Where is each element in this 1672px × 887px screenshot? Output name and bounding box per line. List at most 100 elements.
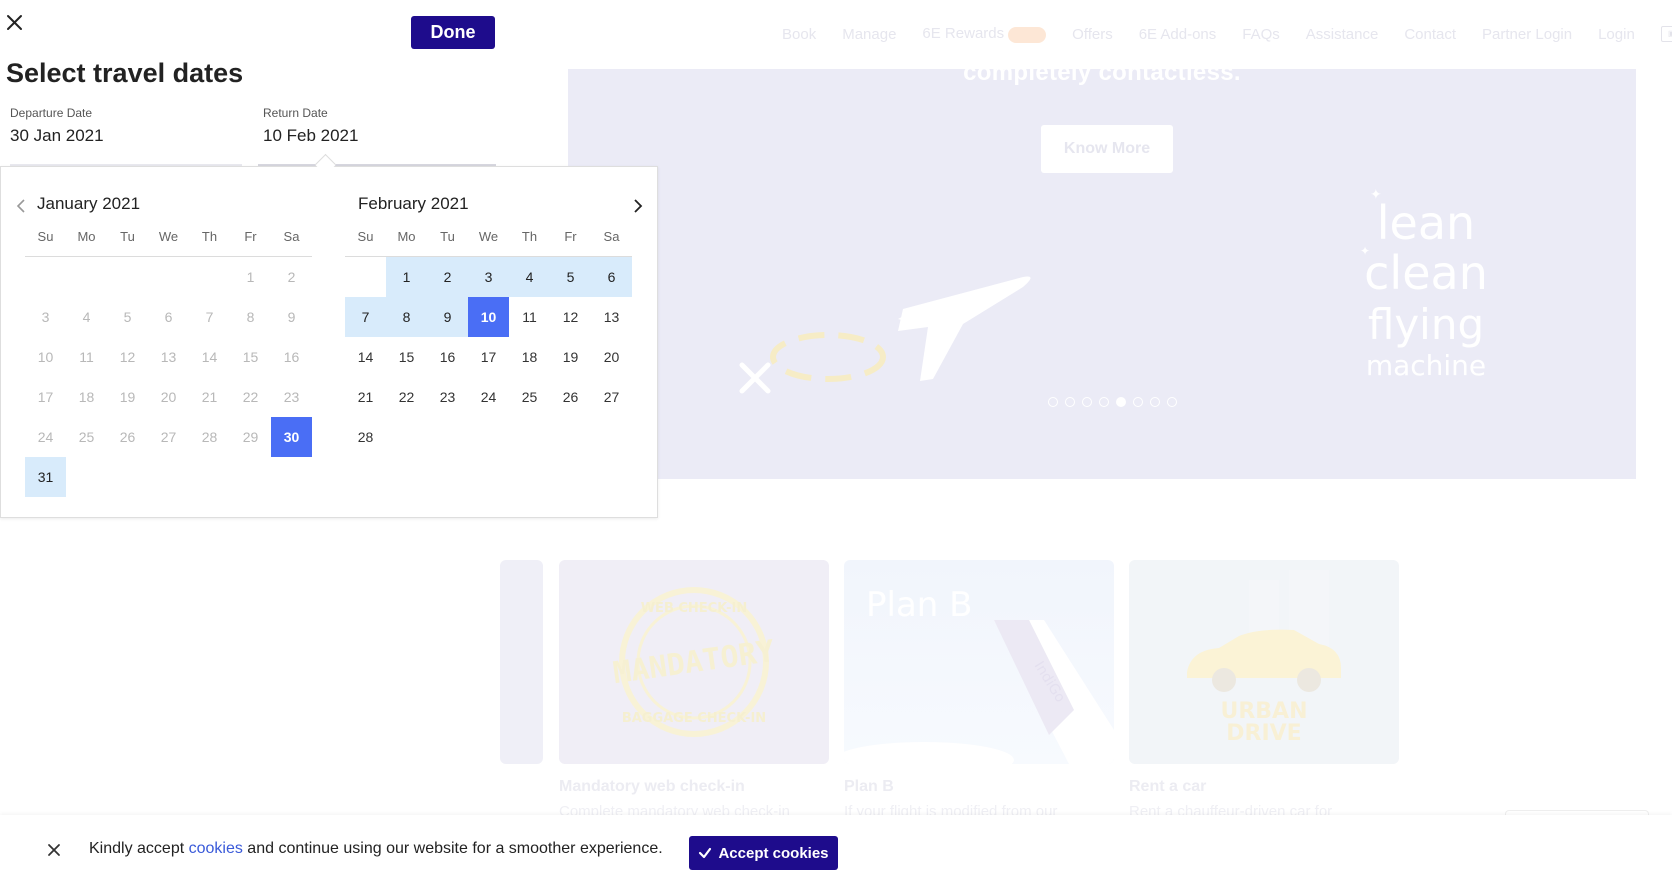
- day-cell[interactable]: 14: [345, 337, 386, 377]
- day-cell: 21: [201, 389, 218, 405]
- nav-faqs[interactable]: FAQs: [1242, 26, 1280, 43]
- card-rent-car[interactable]: URBAN DRIVE: [1129, 560, 1399, 764]
- day-cell[interactable]: 22: [386, 377, 427, 417]
- weekday-header: Su Mo Tu We Th Fr Sa: [345, 229, 632, 247]
- day-cell[interactable]: 11: [509, 297, 550, 337]
- nav-offers[interactable]: Offers: [1072, 26, 1113, 43]
- days-grid: 1 2 3 4 5 6 7 8 9 10 11 12 13 14 15 16 17 18 19 20 21 22 23 24 2…: [25, 257, 312, 497]
- hero-illustration: lean clean flying machine ✦ ✦: [739, 186, 1488, 394]
- carousel-dot[interactable]: [1167, 397, 1177, 407]
- card-title: Rent a car: [1129, 778, 1207, 795]
- accept-cookies-label: Accept cookies: [718, 844, 829, 862]
- day-cell: 26: [119, 429, 136, 445]
- carousel-dot[interactable]: [1133, 397, 1143, 407]
- nav-book[interactable]: Book: [782, 26, 816, 43]
- nav-manage[interactable]: Manage: [842, 26, 896, 43]
- day-cell[interactable]: 2: [427, 257, 468, 297]
- close-icon[interactable]: [4, 12, 24, 32]
- sparkle-icon: ✦: [1360, 244, 1370, 258]
- day-cell[interactable]: 8: [386, 297, 427, 337]
- web-checkin-stamp-icon: WEB CHECK-IN MANDATORY BAGGAGE CHECK-IN: [611, 587, 777, 737]
- card-partial[interactable]: [500, 560, 543, 764]
- day-cell[interactable]: 31: [25, 457, 66, 497]
- card-plan-b[interactable]: Plan B IndiGo: [844, 560, 1114, 764]
- day-cell[interactable]: 18: [509, 337, 550, 377]
- day-cell[interactable]: 23: [427, 377, 468, 417]
- language-flag-icon[interactable]: ▣: [1660, 26, 1672, 42]
- day-cell[interactable]: 9: [427, 297, 468, 337]
- day-cell[interactable]: 13: [591, 297, 632, 337]
- top-navigation: Book Manage 6E Rewards Offers 6E Add-ons…: [782, 22, 1672, 46]
- prev-month-icon[interactable]: [13, 197, 31, 215]
- carousel-dot[interactable]: [1048, 397, 1058, 407]
- cookie-message: Kindly accept cookies and continue using…: [89, 840, 663, 858]
- carousel-dot[interactable]: [1065, 397, 1075, 407]
- return-date-field[interactable]: Return Date 10 Feb 2021: [263, 106, 358, 146]
- picker-title: Select travel dates: [6, 58, 244, 88]
- day-cell[interactable]: 24: [468, 377, 509, 417]
- departure-date-field[interactable]: Departure Date 30 Jan 2021: [10, 106, 104, 146]
- day-cell[interactable]: 21: [345, 377, 386, 417]
- weekday-label: Su: [357, 229, 374, 244]
- next-month-icon[interactable]: [629, 197, 647, 215]
- slogan-line-1: lean: [1377, 196, 1475, 250]
- day-cell[interactable]: 19: [550, 337, 591, 377]
- cookies-link[interactable]: cookies: [189, 840, 243, 857]
- day-cell[interactable]: 27: [591, 377, 632, 417]
- nav-contact[interactable]: Contact: [1404, 26, 1456, 43]
- weekday-label: Fr: [244, 229, 257, 244]
- day-cell[interactable]: 17: [468, 337, 509, 377]
- accept-cookies-button[interactable]: Accept cookies: [689, 836, 838, 870]
- return-date-value: 10 Feb 2021: [263, 126, 359, 145]
- day-cell[interactable]: 4: [509, 257, 550, 297]
- day-cell[interactable]: 20: [591, 337, 632, 377]
- cookie-text-before: Kindly accept: [89, 840, 189, 857]
- days-grid: 1 2 3 4 5 6 7 8 9 10 11 12 13 14 15 16 17 18 19 20 21 22 23 24 2…: [345, 257, 632, 457]
- plan-b-art-text: Plan B: [866, 585, 972, 625]
- day-cell[interactable]: 1: [386, 257, 427, 297]
- day-cell: 11: [79, 349, 94, 365]
- cookie-banner: Kindly accept cookies and continue using…: [0, 815, 1672, 887]
- day-cell-selected[interactable]: 30: [271, 417, 312, 457]
- nav-partner-login[interactable]: Partner Login: [1482, 26, 1572, 43]
- day-cell: 6: [164, 309, 173, 325]
- nav-rewards-label: 6E Rewards: [922, 25, 1005, 43]
- day-cell[interactable]: 6: [591, 257, 632, 297]
- nav-addons[interactable]: 6E Add-ons: [1139, 26, 1217, 43]
- day-cell[interactable]: 12: [550, 297, 591, 337]
- month-title: February 2021: [358, 194, 469, 213]
- done-button[interactable]: Done: [411, 16, 495, 49]
- carousel-dot[interactable]: [1082, 397, 1092, 407]
- nav-rewards[interactable]: 6E Rewards: [922, 25, 1047, 43]
- day-cell[interactable]: 7: [345, 297, 386, 337]
- cookie-text-after: and continue using our website for a smo…: [242, 840, 663, 857]
- nav-assistance[interactable]: Assistance: [1306, 26, 1379, 43]
- weekday-label: Tu: [120, 229, 135, 244]
- month-title: January 2021: [37, 194, 141, 213]
- day-cell[interactable]: 15: [386, 337, 427, 377]
- nav-login[interactable]: Login: [1598, 26, 1635, 43]
- day-cell: 9: [287, 309, 296, 325]
- cross-mark-icon: [739, 362, 771, 394]
- day-cell-selected[interactable]: 10: [468, 297, 509, 337]
- card-web-checkin[interactable]: WEB CHECK-IN MANDATORY BAGGAGE CHECK-IN: [559, 560, 829, 764]
- check-icon: [699, 847, 712, 859]
- weekday-label: Mo: [77, 229, 96, 244]
- close-icon[interactable]: [46, 842, 62, 858]
- carousel-dot[interactable]: [1116, 397, 1126, 407]
- day-cell[interactable]: 25: [509, 377, 550, 417]
- day-cell: 20: [160, 389, 177, 405]
- plan-b-illustration: Plan B IndiGo: [844, 585, 1114, 764]
- card-title: Plan B: [844, 778, 894, 795]
- day-cell[interactable]: 26: [550, 377, 591, 417]
- drive-logo-text: DRIVE: [1226, 721, 1301, 746]
- day-cell[interactable]: 5: [550, 257, 591, 297]
- day-cell[interactable]: 3: [468, 257, 509, 297]
- slogan-line-4: machine: [1366, 349, 1486, 382]
- day-cell[interactable]: 28: [345, 417, 386, 457]
- carousel-dot[interactable]: [1099, 397, 1109, 407]
- weekday-label: We: [158, 229, 179, 244]
- day-cell[interactable]: 16: [427, 337, 468, 377]
- carousel-dot[interactable]: [1150, 397, 1160, 407]
- hero-banner: completely contactless. Know More lean c…: [568, 69, 1636, 479]
